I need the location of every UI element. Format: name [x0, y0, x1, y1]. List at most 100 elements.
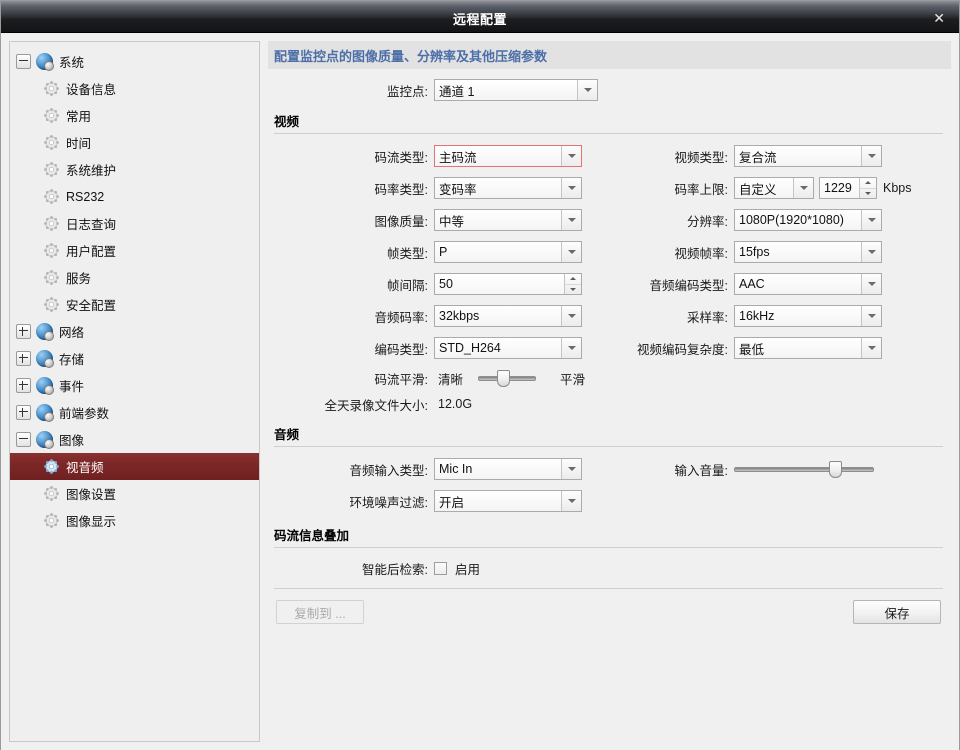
sidebar-item-4[interactable]: 系统维护 [10, 156, 259, 183]
frame-interval-stepper[interactable]: 50 [434, 273, 582, 295]
resolution-value: 1080P(1920*1080) [735, 210, 861, 230]
expand-icon[interactable] [16, 378, 31, 393]
image-quality-row: 图像质量: 中等 分辨率: 1080P(1920*1080) [274, 204, 943, 236]
sidebar-item-14[interactable]: 图像 [10, 426, 259, 453]
frame-rate-label: 视频帧率: [674, 246, 728, 261]
footer-divider [274, 588, 943, 589]
smart-search-checkbox[interactable] [434, 561, 447, 575]
resolution-select[interactable]: 1080P(1920*1080) [734, 209, 882, 231]
stream-smooth-slider[interactable] [478, 368, 536, 388]
stream-type-row: 码流类型: 主码流 视频类型: 复合流 [274, 140, 943, 172]
sidebar-item-12[interactable]: 事件 [10, 372, 259, 399]
sidebar-item-1[interactable]: 设备信息 [10, 75, 259, 102]
sidebar-item-13[interactable]: 前端参数 [10, 399, 259, 426]
window-body: 系统设备信息常用 时间系统维护 RS232 日志查询 用户配置 服务安全配置网络存储事件前… [1, 33, 959, 750]
stepper-up-icon[interactable] [860, 178, 876, 188]
expand-icon[interactable] [16, 324, 31, 339]
video-section-divider [274, 133, 943, 134]
expand-icon[interactable] [16, 351, 31, 366]
page-banner: 配置监控点的图像质量、分辨率及其他压缩参数 [268, 41, 951, 69]
sidebar-item-label: 视音频 [66, 461, 104, 475]
audio-input-type-select[interactable]: Mic In [434, 458, 582, 480]
sidebar-item-6[interactable]: 日志查询 [10, 210, 259, 237]
audio-section-divider [274, 446, 943, 447]
collapse-icon[interactable] [16, 54, 31, 69]
smart-search-checkbox-label: 启用 [455, 562, 481, 577]
max-bitrate-select[interactable]: 自定义 [734, 177, 814, 199]
globe-icon [36, 53, 54, 71]
stepper-down-icon[interactable] [860, 187, 876, 199]
collapse-icon[interactable] [16, 432, 31, 447]
video-type-label: 视频类型: [674, 150, 728, 165]
chevron-down-icon [861, 242, 881, 262]
frame-type-select[interactable]: P [434, 241, 582, 263]
audio-input-type-label: 音频输入类型: [349, 463, 428, 478]
sample-rate-select[interactable]: 16kHz [734, 305, 882, 327]
smart-search-label: 智能后检索: [362, 562, 428, 577]
sidebar-item-10[interactable]: 网络 [10, 318, 259, 345]
image-quality-select[interactable]: 中等 [434, 209, 582, 231]
sidebar-item-11[interactable]: 存储 [10, 345, 259, 372]
close-icon[interactable]: ✕ [929, 9, 949, 27]
audio-bitrate-row: 音频码率: 32kbps 采样率: 16kHz [274, 300, 943, 332]
gear-icon [44, 162, 59, 177]
sidebar-item-7[interactable]: 用户配置 [10, 237, 259, 264]
sidebar-item-label: 图像显示 [66, 515, 117, 529]
channel-label: 监控点: [387, 84, 428, 99]
frame-rate-select[interactable]: 15fps [734, 241, 882, 263]
noise-filter-select[interactable]: 开启 [434, 490, 582, 512]
input-volume-slider[interactable] [734, 459, 874, 479]
sidebar-item-2[interactable]: 常用 [10, 102, 259, 129]
sidebar-item-label: 系统 [59, 56, 85, 70]
chevron-down-icon [861, 210, 881, 230]
video-complexity-select[interactable]: 最低 [734, 337, 882, 359]
channel-select[interactable]: 通道 1 [434, 79, 598, 101]
sample-rate-label: 采样率: [687, 310, 728, 325]
audio-encode-select[interactable]: AAC [734, 273, 882, 295]
remote-config-window: 远程配置 ✕ 系统设备信息常用 时间系统维护 RS232 日志查询 用户配置 服务安全配置… [0, 0, 960, 750]
slider-thumb[interactable] [496, 370, 510, 387]
globe-icon [36, 350, 54, 368]
stepper-down-icon[interactable] [565, 283, 581, 295]
stepper-up-icon[interactable] [565, 274, 581, 284]
globe-icon [36, 404, 54, 422]
window-titlebar: 远程配置 ✕ [1, 1, 959, 33]
chevron-down-icon [861, 146, 881, 166]
frame-type-label: 帧类型: [387, 246, 428, 261]
max-bitrate-stepper[interactable]: 1229 [819, 177, 877, 199]
stepper-buttons[interactable] [564, 274, 581, 294]
audio-bitrate-select[interactable]: 32kbps [434, 305, 582, 327]
encode-type-select[interactable]: STD_H264 [434, 337, 582, 359]
sidebar-item-label: 存储 [59, 353, 85, 367]
sidebar-item-9[interactable]: 安全配置 [10, 291, 259, 318]
stepper-buttons[interactable] [859, 178, 876, 198]
sidebar-item-label: 设备信息 [66, 83, 117, 97]
video-type-value: 复合流 [735, 146, 861, 166]
sidebar-item-label: 系统维护 [66, 164, 117, 178]
sidebar-item-label: 网络 [59, 326, 85, 340]
copy-to-button[interactable]: 复制到 ... [276, 600, 364, 624]
sidebar-item-17[interactable]: 图像显示 [10, 507, 259, 534]
sidebar-item-label: 安全配置 [66, 299, 117, 313]
gear-icon [44, 243, 59, 258]
slider-thumb[interactable] [829, 461, 843, 478]
save-button[interactable]: 保存 [853, 600, 941, 624]
navigation-sidebar: 系统设备信息常用 时间系统维护 RS232 日志查询 用户配置 服务安全配置网络存储事件前… [9, 41, 260, 742]
audio-input-type-row: 音频输入类型: Mic In 输入音量: [274, 453, 943, 485]
frame-type-row: 帧类型: P 视频帧率: 15fps [274, 236, 943, 268]
sidebar-item-16[interactable]: 图像设置 [10, 480, 259, 507]
sidebar-item-15[interactable]: 视音频 [10, 453, 259, 480]
stream-type-select[interactable]: 主码流 [434, 145, 582, 167]
sidebar-item-5[interactable]: RS232 [10, 183, 259, 210]
expand-icon[interactable] [16, 405, 31, 420]
sidebar-item-3[interactable]: 时间 [10, 129, 259, 156]
sidebar-item-8[interactable]: 服务 [10, 264, 259, 291]
audio-bitrate-label: 音频码率: [374, 310, 428, 325]
noise-filter-value: 开启 [435, 491, 561, 511]
max-bitrate-number: 1229 [820, 178, 859, 198]
image-quality-value: 中等 [435, 210, 561, 230]
stream-smooth-label: 码流平滑: [374, 372, 428, 387]
sidebar-item-0[interactable]: 系统 [10, 48, 259, 75]
video-type-select[interactable]: 复合流 [734, 145, 882, 167]
bitrate-type-select[interactable]: 变码率 [434, 177, 582, 199]
